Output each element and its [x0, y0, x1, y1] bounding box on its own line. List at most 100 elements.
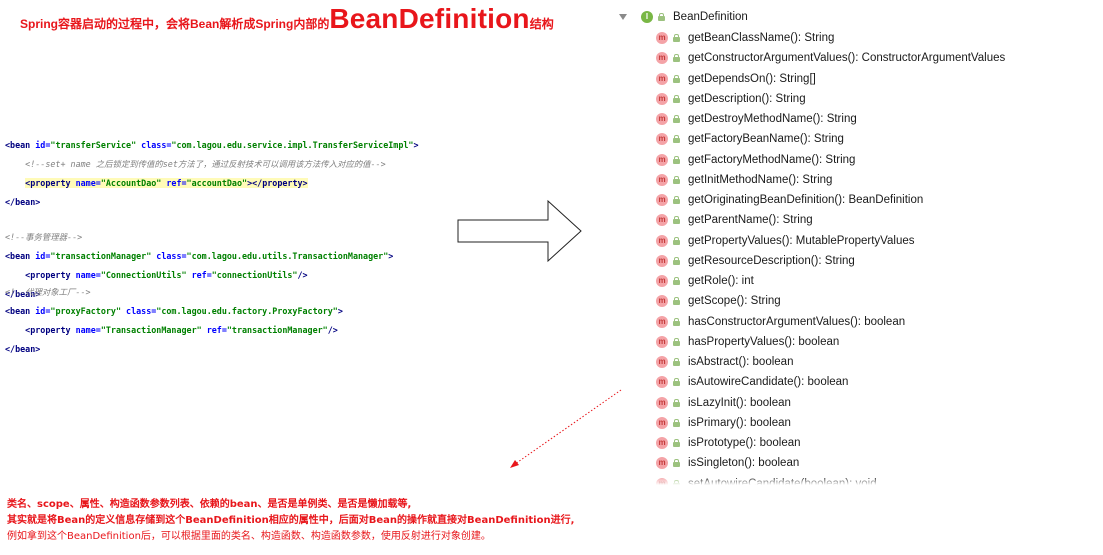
method-icon: m — [656, 416, 668, 429]
title-prefix: Spring容器启动的过程中，会将Bean解析成Spring内部的 — [20, 17, 330, 31]
xml-attr: id= — [35, 250, 51, 261]
xml-line-property: <property name="AccountDao" ref="account… — [5, 177, 419, 189]
title-emphasis: BeanDefinition — [329, 3, 530, 34]
method-icon: m — [656, 254, 668, 267]
xml-attr: name= — [75, 324, 101, 335]
tree-root-label: BeanDefinition — [673, 11, 748, 23]
public-lock-icon — [658, 13, 665, 21]
xml-line-property: <property name="TransactionManager" ref=… — [5, 324, 343, 336]
xml-value: "TransactionManager" — [100, 324, 202, 335]
method-signature: getDescription(): String — [688, 92, 806, 105]
xml-value: "transferService" — [50, 139, 137, 150]
tree-method-item[interactable]: m getBeanClassName(): String — [656, 28, 834, 48]
tree-method-item[interactable]: m isLazyInit(): boolean — [656, 393, 791, 413]
method-signature: getFactoryMethodName(): String — [688, 153, 856, 166]
public-lock-icon — [673, 459, 680, 468]
method-signature: getResourceDescription(): String — [688, 254, 855, 267]
tree-method-item[interactable]: m getConstructorArgumentValues(): Constru… — [656, 48, 1005, 68]
method-signature: hasConstructorArgumentValues(): boolean — [688, 315, 906, 328]
tree-method-item[interactable]: m getFactoryMethodName(): String — [656, 150, 855, 170]
xml-line-comment: <!--事务管理器--> — [5, 231, 393, 243]
xml-attr: class= — [121, 305, 157, 316]
xml-comment: <!--代理对象工厂--> — [5, 286, 91, 297]
tree-method-item[interactable]: m getInitMethodName(): String — [656, 170, 832, 190]
tree-root-beandefinition[interactable]: I BeanDefinition — [612, 7, 748, 27]
xml-tag: <bean — [5, 305, 36, 316]
method-signature: getParentName(): String — [688, 214, 813, 227]
method-icon: m — [656, 52, 668, 65]
interface-icon: I — [641, 11, 653, 23]
xml-tag: <property — [25, 324, 76, 335]
note-line-1: 类名、scope、属性、构造函数参数列表、依赖的bean、是否是单例类、是否是懒… — [7, 499, 412, 510]
public-lock-icon — [673, 317, 680, 326]
tree-method-item[interactable]: m getDestroyMethodName(): String — [656, 109, 857, 129]
tree-method-item[interactable]: m getDescription(): String — [656, 89, 806, 109]
tree-method-item[interactable]: m getPropertyValues(): MutablePropertyVal… — [656, 231, 915, 251]
right-arrow-icon — [457, 199, 582, 263]
dotted-pointer-arrow-icon — [510, 389, 622, 468]
xml-tag: </bean> — [5, 343, 41, 354]
note-line-3: 例如拿到这个BeanDefinition后，可以根据里面的类名、构造函数、构造函… — [7, 530, 491, 542]
method-icon: m — [656, 396, 668, 409]
method-icon: m — [656, 335, 668, 348]
xml-attr: id= — [35, 305, 51, 316]
xml-value: "transactionManager" — [226, 324, 328, 335]
method-signature: getConstructorArgumentValues(): Construc… — [688, 52, 1006, 65]
xml-attr: ref= — [201, 324, 227, 335]
public-lock-icon — [673, 337, 680, 346]
xml-tag: </bean> — [5, 196, 41, 207]
method-icon: m — [656, 113, 668, 125]
xml-bean-transferService: <bean id="transferService" class="com.la… — [5, 131, 419, 217]
title-suffix: 结构 — [529, 17, 554, 31]
tree-method-item[interactable]: m isPrototype(): boolean — [656, 433, 801, 453]
xml-line-comment: <!--代理对象工厂--> — [5, 286, 343, 298]
xml-attr: ref= — [161, 177, 187, 188]
tree-method-item[interactable]: m isAbstract(): boolean — [656, 352, 793, 372]
public-lock-icon — [673, 439, 680, 447]
tree-method-item[interactable]: m getScope(): String — [656, 291, 781, 311]
tree-method-item[interactable]: m getDependsOn(): String[] — [656, 69, 816, 89]
public-lock-icon — [673, 236, 680, 245]
xml-line-bean-open: <bean id="proxyFactory" class="com.lagou… — [5, 305, 343, 317]
list-fade — [612, 477, 1103, 485]
tree-method-item[interactable]: m getFactoryBeanName(): String — [656, 129, 844, 149]
public-lock-icon — [673, 398, 680, 407]
xml-value: "AccountDao" — [100, 177, 162, 188]
public-lock-icon — [673, 175, 680, 184]
method-icon: m — [656, 275, 668, 287]
tree-method-item[interactable]: m hasPropertyValues(): boolean — [656, 332, 839, 352]
xml-value: "proxyFactory" — [50, 305, 121, 316]
public-lock-icon — [673, 196, 680, 204]
xml-tag: > — [337, 305, 343, 316]
method-icon: m — [656, 92, 668, 105]
method-signature: isAbstract(): boolean — [688, 356, 794, 368]
method-signature: isLazyInit(): boolean — [688, 396, 791, 409]
xml-comment: <!--事务管理器--> — [5, 231, 83, 242]
tree-method-item[interactable]: m isSingleton(): boolean — [656, 453, 799, 473]
xml-line-comment: <!--set+ name 之后锁定到传值的set方法了，通过反射技术可以调用该… — [5, 158, 419, 170]
expand-triangle-icon[interactable] — [619, 14, 627, 20]
tree-method-item[interactable]: m isPrimary(): boolean — [656, 413, 791, 433]
public-lock-icon — [673, 135, 680, 144]
method-signature: getInitMethodName(): String — [688, 173, 833, 186]
xml-value: "com.lagou.edu.service.impl.TransferServ… — [171, 139, 414, 150]
method-icon: m — [656, 72, 668, 85]
method-signature: getScope(): String — [688, 295, 781, 308]
method-icon: m — [656, 194, 668, 206]
xml-attr: name= — [75, 177, 101, 188]
tree-method-item[interactable]: m getParentName(): String — [656, 210, 813, 230]
method-icon: m — [656, 234, 668, 247]
tree-method-item[interactable]: m getResourceDescription(): String — [656, 251, 855, 271]
tree-method-item[interactable]: m getOriginatingBeanDefinition(): BeanDef… — [656, 190, 923, 210]
xml-value: "com.lagou.edu.utils.TransactionManager" — [186, 250, 389, 261]
public-lock-icon — [673, 94, 680, 103]
xml-tag: <property — [25, 177, 76, 188]
xml-tag: <bean — [5, 139, 36, 150]
method-signature: getPropertyValues(): MutablePropertyValu… — [688, 234, 915, 247]
method-icon: m — [656, 295, 668, 308]
tree-method-item[interactable]: m getRole(): int — [656, 271, 754, 291]
xml-comment: <!--set+ name 之后锁定到传值的set方法了，通过反射技术可以调用该… — [25, 158, 386, 169]
xml-property-highlight: <property name="AccountDao" ref="account… — [25, 177, 308, 188]
tree-method-item[interactable]: m hasConstructorArgumentValues(): boolean — [656, 312, 905, 332]
tree-method-item[interactable]: m isAutowireCandidate(): boolean — [656, 372, 848, 392]
